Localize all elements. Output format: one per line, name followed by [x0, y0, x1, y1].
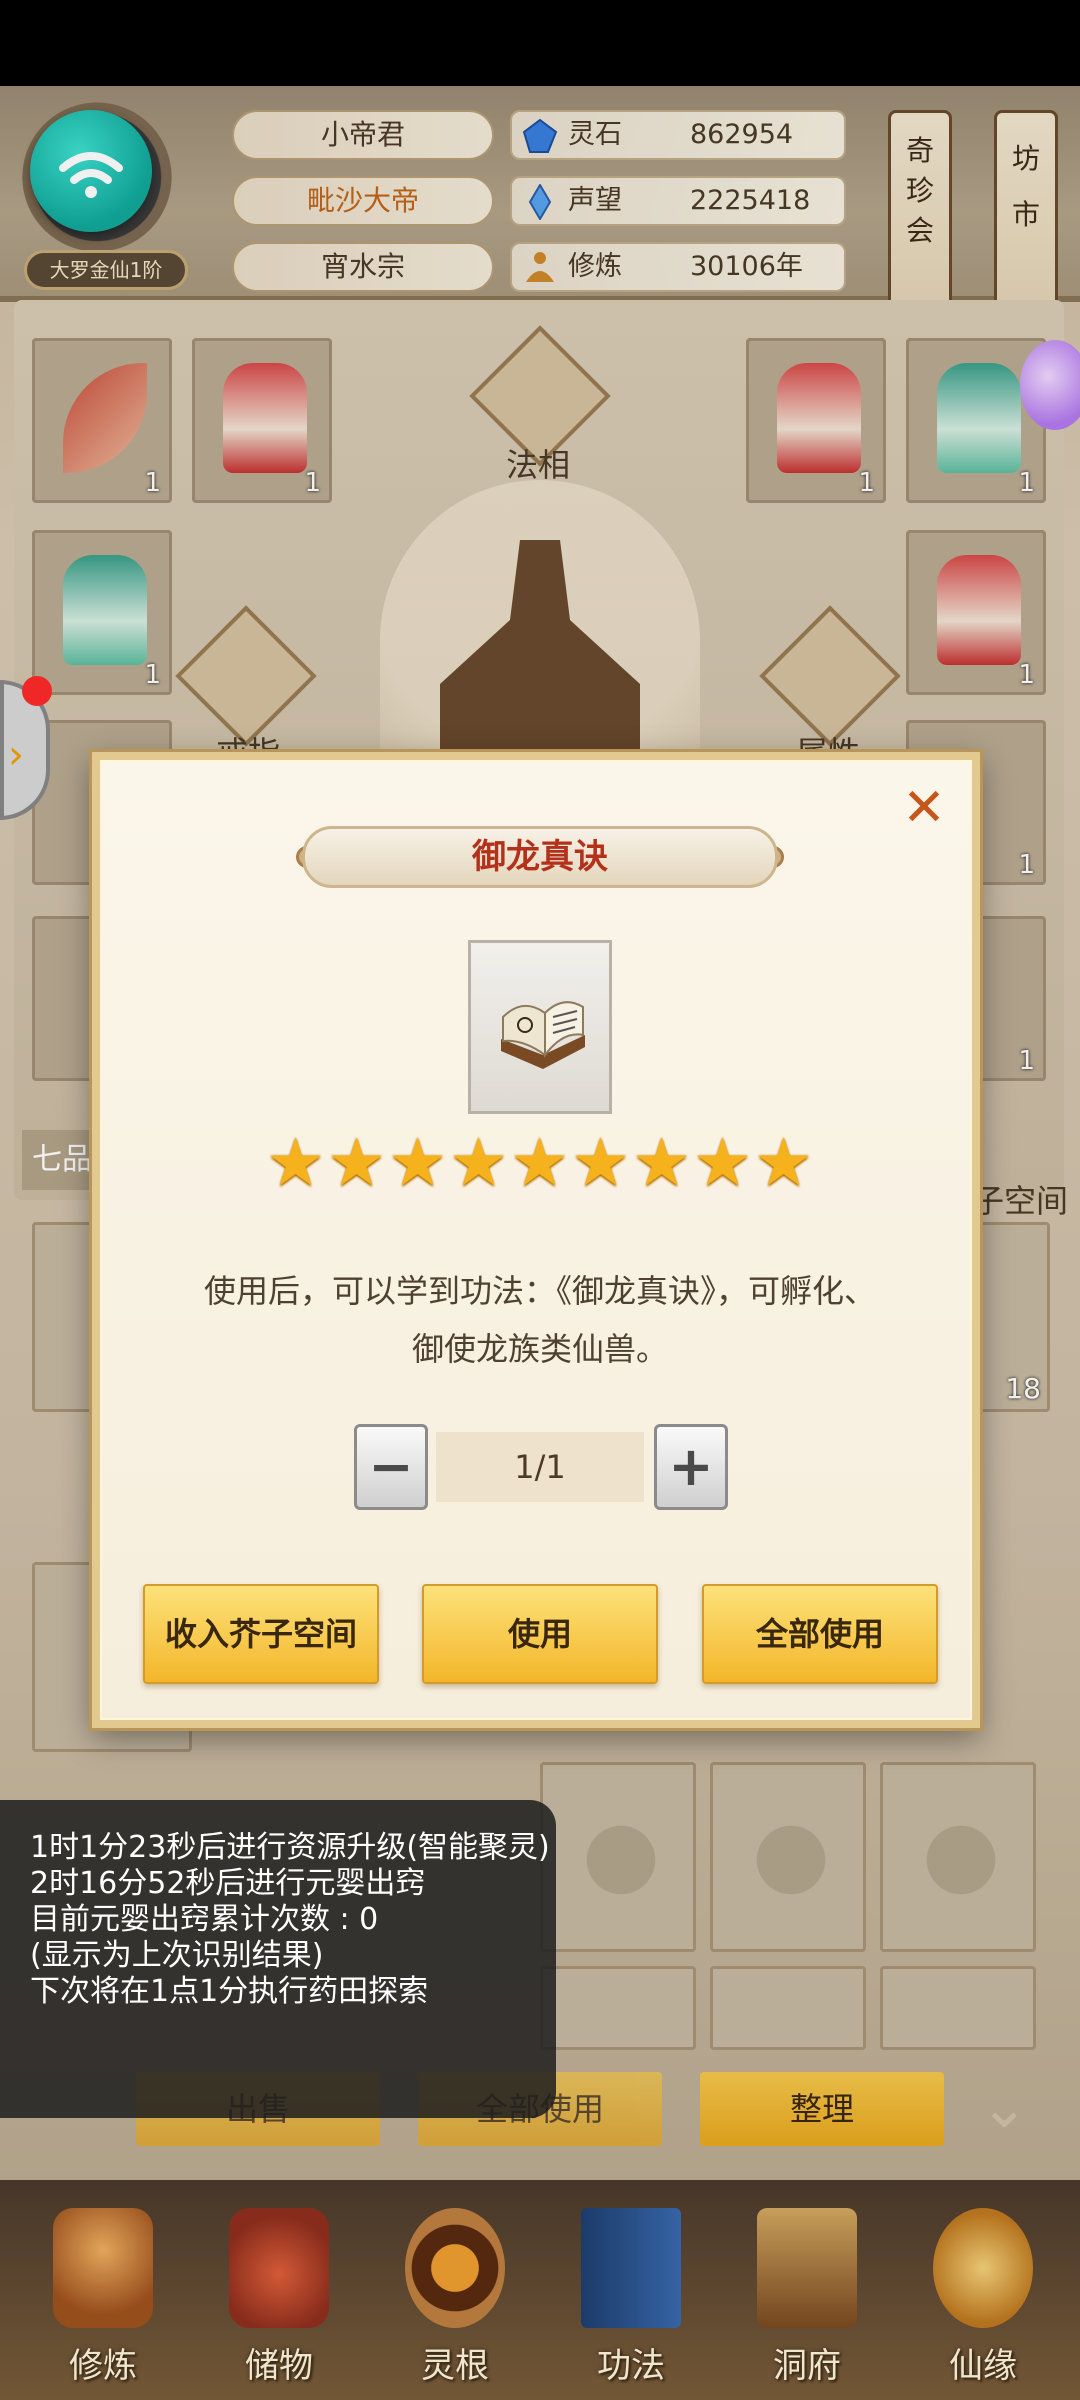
status-bar	[0, 0, 1080, 86]
description-line: 御使龙族类仙兽。	[411, 1330, 668, 1368]
scroll-book-icon	[501, 1001, 585, 1069]
increment-button[interactable]: +	[654, 1424, 728, 1510]
log-line: 目前元婴出窍累计次数 : 0	[30, 1902, 379, 1937]
quality-star-icon: ★	[754, 1124, 814, 1201]
log-line: 1时1分23秒后进行资源升级(智能聚灵)	[30, 1830, 550, 1865]
use-button[interactable]: 使用	[422, 1584, 658, 1684]
decrement-button[interactable]: −	[354, 1424, 428, 1510]
log-line: 2时16分52秒后进行元婴出窍	[30, 1866, 426, 1901]
quality-star-icon: ★	[327, 1124, 387, 1201]
quality-star-icon: ★	[388, 1124, 448, 1201]
log-line: 下次将在1点1分执行药田探索	[30, 1974, 429, 2009]
close-icon[interactable]: ✕	[896, 780, 952, 836]
item-detail-dialog	[89, 749, 983, 1731]
quality-star-icon: ★	[266, 1124, 326, 1201]
quantity-field[interactable]: 1/1	[436, 1432, 644, 1502]
dialog-title: 御龙真诀	[302, 826, 778, 888]
use-all-button[interactable]: 全部使用	[702, 1584, 938, 1684]
description-line: 使用后，可以学到功法：《御龙真诀》，可孵化、	[203, 1272, 876, 1310]
quality-star-icon: ★	[632, 1124, 692, 1201]
quality-star-icon: ★	[571, 1124, 631, 1201]
store-to-space-button[interactable]: 收入芥子空间	[143, 1584, 379, 1684]
quality-star-icon: ★	[693, 1124, 753, 1201]
item-icon-frame	[468, 940, 612, 1114]
log-line: (显示为上次识别结果)	[30, 1938, 324, 1973]
automation-log-panel: 1时1分23秒后进行资源升级(智能聚灵) 2时16分52秒后进行元婴出窍 目前元…	[0, 1800, 556, 2118]
quality-star-icon: ★	[510, 1124, 570, 1201]
quality-star-icon: ★	[449, 1124, 509, 1201]
item-description: 使用后，可以学到功法：《御龙真诀》，可孵化、 御使龙族类仙兽。	[130, 1262, 950, 1378]
